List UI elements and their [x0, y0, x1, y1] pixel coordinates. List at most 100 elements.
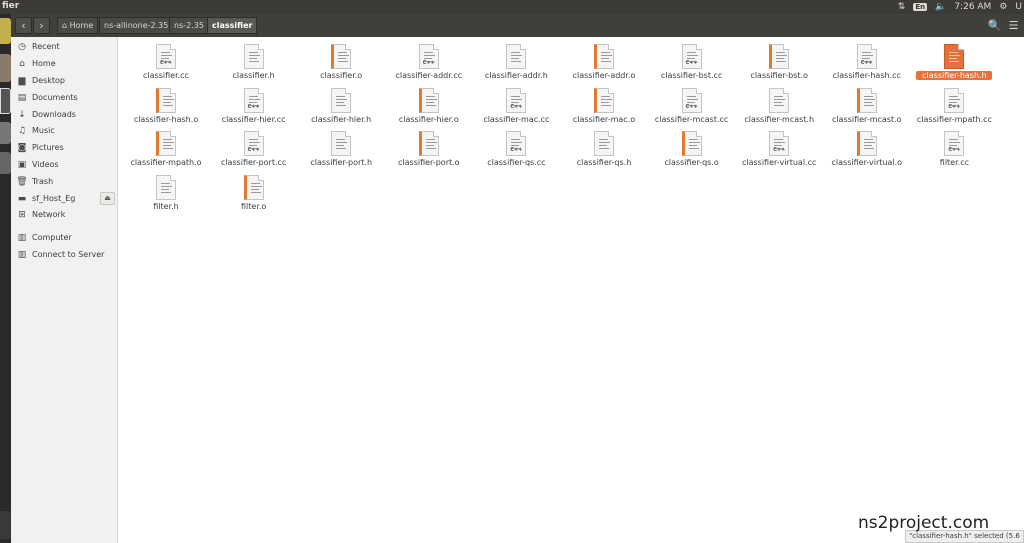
volume-icon[interactable]: 🔈 — [935, 2, 946, 12]
file-item[interactable]: C++ classifier-virtual.cc — [736, 127, 822, 169]
file-item[interactable]: classifier-hash.h — [911, 40, 997, 82]
watermark-text: ns2project.com — [858, 513, 990, 533]
file-name-label: classifier-port.h — [310, 158, 373, 167]
file-item[interactable]: C++ filter.cc — [911, 127, 997, 169]
file-item[interactable]: C++ classifier-port.cc — [211, 127, 297, 169]
breadcrumb-ns-allinone[interactable]: ns-allinone-2.35 — [99, 17, 174, 34]
sidebar-item-trash[interactable]: 🗑 Trash — [11, 174, 118, 190]
file-item[interactable]: C++ classifier-mcast.cc — [649, 84, 735, 126]
header-file-icon — [331, 87, 352, 113]
file-item[interactable]: classifier-hier.o — [386, 84, 472, 126]
eject-button[interactable]: ⏏ — [100, 192, 115, 205]
file-item[interactable]: classifier-port.o — [386, 127, 472, 169]
sidebar-item-label: Pictures — [32, 143, 64, 152]
music-icon: ♫ — [17, 126, 27, 136]
computer-icon: ▥ — [17, 233, 27, 243]
file-item[interactable]: classifier.o — [298, 40, 384, 82]
object-file-icon — [856, 87, 877, 113]
cpp-source-file-icon: C++ — [506, 131, 527, 156]
file-item[interactable]: classifier-mcast.o — [824, 84, 910, 126]
settings-gear-icon[interactable]: ⚙ — [999, 2, 1007, 12]
breadcrumb-label: Home — [69, 21, 94, 30]
file-item[interactable]: classifier-addr.h — [473, 40, 559, 82]
cpp-source-file-icon: C++ — [243, 87, 264, 113]
sidebar-item-downloads[interactable]: ↓ Downloads — [11, 107, 118, 123]
cpp-source-file-icon: C++ — [418, 44, 439, 69]
sidebar-item-label: Trash — [32, 177, 54, 186]
file-item[interactable]: classifier-mpath.o — [123, 127, 209, 169]
sidebar-item-sf-host-eg[interactable]: ▬ sf_Host_Eg ⏏ — [11, 191, 118, 207]
breadcrumb-ns-2-35[interactable]: ns-2.35 — [169, 17, 209, 34]
file-item[interactable]: classifier-qs.o — [649, 127, 735, 169]
header-file-icon — [594, 131, 614, 156]
file-item[interactable]: classifier-hier.h — [298, 84, 384, 126]
file-item[interactable]: classifier-qs.h — [561, 127, 647, 169]
file-name-label: filter.cc — [939, 158, 969, 167]
server-icon: ▥ — [17, 250, 27, 260]
file-item[interactable]: filter.h — [123, 171, 209, 213]
sidebar-item-computer[interactable]: ▥ Computer — [11, 230, 118, 246]
sidebar-item-connect-to-server[interactable]: ▥ Connect to Server — [11, 247, 118, 263]
cpp-source-file-icon: C++ — [944, 87, 965, 113]
sidebar-item-videos[interactable]: ▣ Videos — [11, 157, 118, 173]
file-item[interactable]: classifier-hash.o — [123, 84, 209, 126]
header-file-icon — [243, 44, 264, 69]
object-file-icon — [418, 87, 439, 113]
file-item[interactable]: classifier-virtual.o — [824, 127, 910, 169]
user-name[interactable]: U — [1015, 2, 1022, 12]
home-icon: ⌂ — [19, 59, 25, 69]
launcher-files-icon[interactable] — [0, 54, 11, 82]
network-arrows-icon[interactable]: ⇅ — [898, 2, 906, 12]
launcher-app2-icon[interactable] — [0, 152, 11, 174]
sidebar-item-recent[interactable]: ◷ Recent — [11, 39, 118, 55]
file-item[interactable]: classifier-port.h — [298, 127, 384, 169]
file-item[interactable]: C++ classifier-mac.cc — [473, 84, 559, 126]
file-item[interactable]: filter.o — [211, 171, 297, 213]
keyboard-layout-badge[interactable]: En — [913, 3, 928, 11]
launcher-app-icon[interactable] — [0, 18, 11, 44]
clock-text[interactable]: 7:26 AM — [954, 2, 991, 12]
sidebar-item-pictures[interactable]: ◙ Pictures — [11, 140, 118, 156]
launcher-settings-icon[interactable] — [0, 122, 11, 144]
file-item[interactable]: classifier-addr.o — [561, 40, 647, 82]
file-name-label: classifier-qs.cc — [487, 158, 546, 167]
file-name-label: classifier-bst.o — [750, 71, 808, 80]
places-sidebar: ◷ Recent ⌂ Home ▆ Desktop ▤ Documents ↓ Downl… — [11, 37, 118, 543]
sidebar-item-desktop[interactable]: ▆ Desktop — [11, 73, 118, 89]
file-name-label: classifier-mpath.o — [130, 158, 202, 167]
file-item[interactable]: classifier-bst.o — [736, 40, 822, 82]
file-item[interactable]: C++ classifier-hier.cc — [211, 84, 297, 126]
file-item[interactable]: C++ classifier-qs.cc — [473, 127, 559, 169]
search-button[interactable]: 🔍 — [986, 17, 1003, 34]
file-item[interactable]: C++ classifier-bst.cc — [649, 40, 735, 82]
sidebar-item-network[interactable]: ⊞ Network — [11, 207, 118, 223]
forward-button[interactable]: › — [33, 17, 50, 34]
back-button[interactable]: ‹ — [15, 17, 32, 34]
file-name-label: classifier-mpath.cc — [916, 114, 992, 124]
file-item[interactable]: C++ classifier-addr.cc — [386, 40, 472, 82]
download-icon: ↓ — [18, 110, 26, 120]
sidebar-item-music[interactable]: ♫ Music — [11, 123, 118, 139]
sidebar-item-label: Videos — [32, 160, 59, 169]
file-grid: C++ classifier.cc classifier.h classifier.o… — [118, 37, 1024, 543]
file-item[interactable]: C++ classifier-mpath.cc — [911, 84, 997, 126]
file-name-label: filter.o — [240, 201, 267, 211]
sidebar-item-home[interactable]: ⌂ Home — [11, 56, 118, 72]
file-item[interactable]: classifier.h — [211, 40, 297, 82]
breadcrumb-label: classifier — [212, 21, 253, 30]
launcher-terminal-icon[interactable] — [0, 88, 11, 114]
file-item[interactable]: classifier-mcast.h — [736, 84, 822, 126]
breadcrumb-classifier[interactable]: classifier — [207, 17, 258, 34]
file-item[interactable]: C++ classifier.cc — [123, 40, 209, 82]
file-item[interactable]: C++ classifier-hash.cc — [824, 40, 910, 82]
file-name-label: classifier-hash.o — [133, 114, 199, 124]
sidebar-item-documents[interactable]: ▤ Documents — [11, 90, 118, 106]
launcher-trash-icon[interactable] — [0, 511, 11, 539]
breadcrumb-home[interactable]: ⌂ Home — [57, 17, 99, 34]
menu-button[interactable]: ☰ — [1005, 17, 1022, 34]
breadcrumb-label: ns-allinone-2.35 — [104, 21, 169, 30]
sidebar-item-label: Home — [32, 59, 56, 68]
file-item[interactable]: classifier-mac.o — [561, 84, 647, 126]
launcher — [0, 14, 11, 543]
object-file-icon — [156, 87, 176, 113]
